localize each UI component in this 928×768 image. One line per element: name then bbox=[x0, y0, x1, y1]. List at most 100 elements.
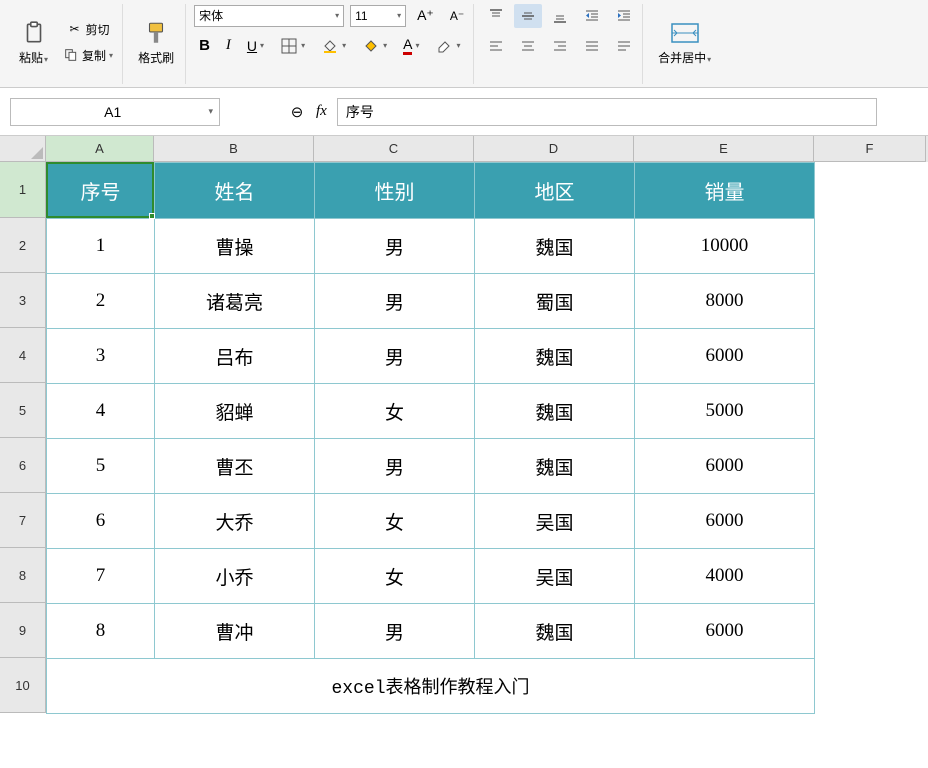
row-header-8[interactable]: 8 bbox=[0, 548, 46, 603]
cell[interactable]: 男 bbox=[315, 274, 475, 329]
row-header-2[interactable]: 2 bbox=[0, 218, 46, 273]
cut-button[interactable]: ✂ 剪切 bbox=[57, 17, 118, 41]
cell[interactable]: 魏国 bbox=[475, 439, 635, 494]
row-header-10[interactable]: 10 bbox=[0, 658, 46, 713]
formula-input[interactable]: 序号 bbox=[337, 98, 877, 126]
decrease-indent-button[interactable] bbox=[578, 4, 606, 28]
row-header-1[interactable]: 1 bbox=[0, 162, 46, 218]
fill-color2-button[interactable]: ▾ bbox=[357, 34, 392, 58]
italic-icon: I bbox=[226, 37, 231, 54]
cell[interactable]: 诸葛亮 bbox=[155, 274, 315, 329]
row-header-5[interactable]: 5 bbox=[0, 383, 46, 438]
cell[interactable]: 魏国 bbox=[475, 604, 635, 659]
increase-indent-button[interactable] bbox=[610, 4, 638, 28]
font-name-select[interactable]: 宋体 ▾ bbox=[194, 5, 344, 27]
name-box[interactable]: A1 ▾ bbox=[10, 98, 220, 126]
justify-button[interactable] bbox=[578, 34, 606, 58]
cell[interactable]: 10000 bbox=[635, 219, 815, 274]
font-color-icon: A bbox=[403, 36, 412, 55]
col-header-B[interactable]: B bbox=[154, 136, 314, 162]
paste-button[interactable]: 粘贴▾ bbox=[12, 4, 55, 80]
cell[interactable]: 曹操 bbox=[155, 219, 315, 274]
cell[interactable]: 魏国 bbox=[475, 384, 635, 439]
header-region[interactable]: 地区 bbox=[475, 163, 635, 219]
cell[interactable]: 5000 bbox=[635, 384, 815, 439]
clear-format-button[interactable]: ▾ bbox=[430, 34, 465, 58]
paint-brush-icon bbox=[142, 19, 170, 47]
cell[interactable]: 曹冲 bbox=[155, 604, 315, 659]
merge-center-button[interactable]: 合并居中▾ bbox=[651, 4, 718, 80]
zoom-out-icon[interactable]: ⊖ bbox=[288, 103, 306, 121]
cell[interactable]: 2 bbox=[47, 274, 155, 329]
cell[interactable]: 蜀国 bbox=[475, 274, 635, 329]
cell[interactable]: 小乔 bbox=[155, 549, 315, 604]
cell[interactable]: 女 bbox=[315, 494, 475, 549]
fx-icon[interactable]: fx bbox=[316, 103, 327, 120]
row-header-7[interactable]: 7 bbox=[0, 493, 46, 548]
align-bottom-button[interactable] bbox=[546, 4, 574, 28]
row-header-3[interactable]: 3 bbox=[0, 273, 46, 328]
align-center-button[interactable] bbox=[514, 34, 542, 58]
align-right-button[interactable] bbox=[546, 34, 574, 58]
formula-value: 序号 bbox=[346, 102, 374, 122]
cell[interactable]: 女 bbox=[315, 549, 475, 604]
increase-font-button[interactable]: A⁺ bbox=[412, 4, 439, 27]
italic-button[interactable]: I bbox=[221, 34, 236, 57]
cell[interactable]: 吴国 bbox=[475, 549, 635, 604]
cell[interactable]: 7 bbox=[47, 549, 155, 604]
cell[interactable]: 6000 bbox=[635, 494, 815, 549]
header-serial[interactable]: 序号 bbox=[47, 163, 155, 219]
col-header-D[interactable]: D bbox=[474, 136, 634, 162]
ribbon-toolbar: 粘贴▾ ✂ 剪切 复制▾ 格式刷 bbox=[0, 0, 928, 88]
distribute-button[interactable] bbox=[610, 34, 638, 58]
header-sales[interactable]: 销量 bbox=[635, 163, 815, 219]
cell[interactable]: 8 bbox=[47, 604, 155, 659]
align-top-button[interactable] bbox=[482, 4, 510, 28]
cell[interactable]: 吴国 bbox=[475, 494, 635, 549]
cell[interactable]: 男 bbox=[315, 439, 475, 494]
cell[interactable]: 男 bbox=[315, 219, 475, 274]
cell[interactable]: 1 bbox=[47, 219, 155, 274]
bold-button[interactable]: B bbox=[194, 34, 215, 57]
cells-area[interactable]: 序号 姓名 性别 地区 销量 1曹操男魏国10000 2诸葛亮男蜀国8000 3… bbox=[46, 162, 815, 714]
align-left-button[interactable] bbox=[482, 34, 510, 58]
font-color-button[interactable]: A▾ bbox=[398, 33, 424, 58]
header-sex[interactable]: 性别 bbox=[315, 163, 475, 219]
underline-button[interactable]: U▾ bbox=[242, 35, 269, 57]
cell[interactable]: 5 bbox=[47, 439, 155, 494]
cell[interactable]: 魏国 bbox=[475, 329, 635, 384]
borders-button[interactable]: ▾ bbox=[275, 34, 310, 58]
col-header-A[interactable]: A bbox=[46, 136, 154, 162]
cell[interactable]: 魏国 bbox=[475, 219, 635, 274]
cell[interactable]: 曹丕 bbox=[155, 439, 315, 494]
col-header-E[interactable]: E bbox=[634, 136, 814, 162]
format-painter-button[interactable]: 格式刷 bbox=[131, 4, 181, 80]
cell[interactable]: 6000 bbox=[635, 604, 815, 659]
cell[interactable]: 6000 bbox=[635, 439, 815, 494]
select-all-corner[interactable] bbox=[0, 136, 46, 162]
cell[interactable]: 貂蝉 bbox=[155, 384, 315, 439]
cell[interactable]: 8000 bbox=[635, 274, 815, 329]
cell[interactable]: 4 bbox=[47, 384, 155, 439]
copy-button[interactable]: 复制▾ bbox=[57, 43, 118, 67]
cell[interactable]: 4000 bbox=[635, 549, 815, 604]
header-name[interactable]: 姓名 bbox=[155, 163, 315, 219]
row-header-4[interactable]: 4 bbox=[0, 328, 46, 383]
row-header-6[interactable]: 6 bbox=[0, 438, 46, 493]
align-middle-button[interactable] bbox=[514, 4, 542, 28]
col-header-C[interactable]: C bbox=[314, 136, 474, 162]
font-size-select[interactable]: 11 ▾ bbox=[350, 5, 406, 27]
cell[interactable]: 大乔 bbox=[155, 494, 315, 549]
footer-cell[interactable]: excel表格制作教程入门 bbox=[47, 659, 815, 714]
row-header-9[interactable]: 9 bbox=[0, 603, 46, 658]
decrease-font-button[interactable]: A⁻ bbox=[445, 6, 469, 26]
cell[interactable]: 男 bbox=[315, 604, 475, 659]
cell[interactable]: 男 bbox=[315, 329, 475, 384]
col-header-F[interactable]: F bbox=[814, 136, 926, 162]
cell[interactable]: 6000 bbox=[635, 329, 815, 384]
cell[interactable]: 女 bbox=[315, 384, 475, 439]
cell[interactable]: 3 bbox=[47, 329, 155, 384]
cell[interactable]: 6 bbox=[47, 494, 155, 549]
fill-color-button[interactable]: ▾ bbox=[316, 34, 351, 58]
cell[interactable]: 吕布 bbox=[155, 329, 315, 384]
